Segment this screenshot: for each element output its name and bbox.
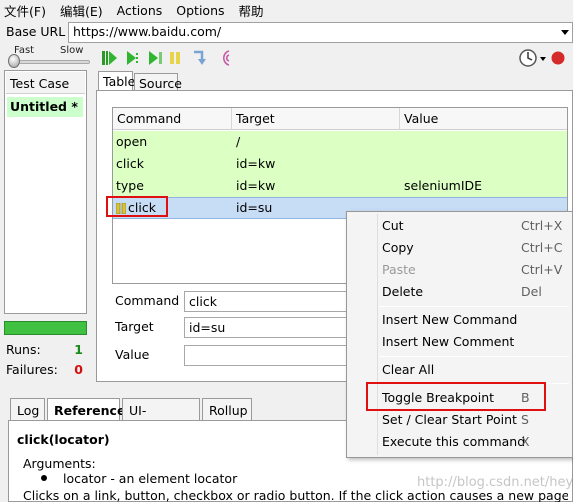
progress-bar (4, 321, 87, 335)
command-input-value: click (189, 294, 217, 309)
menu-item-insert-command[interactable]: Insert New Command (382, 310, 572, 330)
base-url-input[interactable]: https://www.baidu.com/ (68, 22, 573, 43)
speed-slider[interactable] (10, 60, 90, 64)
command-input[interactable]: click (184, 291, 354, 312)
chevron-down-icon[interactable] (561, 30, 569, 35)
record-icon[interactable] (550, 50, 566, 66)
column-header-command[interactable]: Command (113, 108, 232, 130)
base-url-row: Base URL https://www.baidu.com/ (0, 21, 573, 45)
highlight-box-command (106, 196, 168, 217)
chevron-down-icon[interactable] (540, 57, 546, 61)
cell-target: id=kw (236, 178, 276, 193)
runs-label: Runs: (6, 342, 41, 357)
tab-log[interactable]: Log (10, 398, 45, 421)
value-label: Value (115, 347, 150, 362)
menu-actions[interactable]: Actions (117, 3, 163, 18)
reference-title: click(locator) (17, 432, 110, 447)
reference-arg-item: locator - an element locator (63, 471, 238, 486)
runs-stat: Runs: 1 (6, 342, 86, 357)
timer-icon[interactable] (518, 48, 538, 68)
failures-stat: Failures: 0 (6, 362, 86, 377)
menu-item-set-start-point[interactable]: Set / Clear Start Point S (382, 410, 572, 430)
play-test-icon[interactable] (124, 49, 142, 67)
step-icon[interactable] (190, 49, 208, 67)
menu-bar: 文件(F) 编辑(E) Actions Options 帮助 (0, 0, 573, 20)
cell-target: id=kw (236, 156, 276, 171)
column-header-target[interactable]: Target (232, 108, 400, 130)
play-test-icon-2[interactable] (146, 49, 164, 67)
failures-value: 0 (74, 362, 83, 377)
cell-command: open (116, 134, 148, 149)
base-url-label: Base URL (6, 24, 66, 39)
cell-target: id=su (236, 200, 273, 215)
menu-item-paste[interactable]: Paste Ctrl+V (382, 260, 572, 280)
menu-help[interactable]: 帮助 (239, 1, 264, 20)
reference-args-label: Arguments: (23, 456, 96, 471)
command-label: Command (115, 293, 180, 308)
test-case-list: Test Case Untitled * (4, 70, 87, 314)
menu-separator (379, 306, 569, 307)
menu-file[interactable]: 文件(F) (4, 1, 46, 20)
speed-slow-label: Slow (60, 45, 84, 56)
cell-command: click (116, 156, 144, 171)
test-case-header: Test Case (6, 72, 85, 94)
test-case-item[interactable]: Untitled * (7, 97, 83, 117)
bullet-icon (41, 475, 47, 481)
table-row[interactable]: click id=kw (113, 153, 567, 175)
cell-value: seleniumIDE (404, 178, 483, 193)
target-input-value: id=su (189, 320, 226, 335)
menu-item-insert-comment[interactable]: Insert New Comment (382, 332, 572, 352)
left-panel: Test Case Untitled * Runs: 1 Failures: 0 (4, 70, 87, 382)
table-row[interactable]: open / (113, 131, 567, 153)
reference-description: Clicks on a link, button, checkbox or ra… (23, 488, 568, 502)
speed-slider-thumb[interactable] (8, 54, 20, 68)
context-menu-gutter (377, 214, 378, 455)
table-row[interactable]: type id=kw seleniumIDE (113, 175, 567, 197)
watermark-text: http://blog.csdn.net/heye13 (417, 475, 573, 490)
tab-rollup[interactable]: Rollup (202, 398, 252, 421)
menu-edit[interactable]: 编辑(E) (60, 1, 103, 20)
target-input[interactable]: id=su (184, 317, 354, 338)
menu-options[interactable]: Options (176, 3, 224, 18)
tab-source[interactable]: Source (134, 73, 182, 91)
pause-icon[interactable] (166, 49, 184, 67)
cell-command: type (116, 178, 144, 193)
menu-item-copy[interactable]: Copy Ctrl+C (382, 238, 572, 258)
cell-target: / (236, 134, 241, 149)
column-header-value[interactable]: Value (400, 108, 567, 130)
value-input[interactable] (184, 345, 354, 366)
menu-item-clear-all[interactable]: Clear All (382, 360, 572, 380)
menu-item-delete[interactable]: Delete Del (382, 282, 572, 302)
tab-table[interactable]: Table (98, 71, 135, 91)
tab-ui-element[interactable]: UI-Element (122, 398, 200, 433)
runs-value: 1 (74, 342, 83, 357)
menu-item-execute-command[interactable]: Execute this command X (382, 432, 572, 452)
table-header: Command Target Value (113, 108, 567, 130)
target-label: Target (115, 319, 154, 334)
menu-item-cut[interactable]: Cut Ctrl+X (382, 216, 572, 236)
tab-reference[interactable]: Reference (47, 398, 125, 421)
play-suite-icon[interactable] (100, 49, 118, 67)
menu-separator (379, 356, 569, 357)
highlight-box-toggle-breakpoint (366, 382, 546, 411)
toolbar: Fast Slow (0, 45, 573, 71)
failures-label: Failures: (6, 362, 58, 377)
rollup-icon[interactable] (218, 49, 236, 67)
context-menu: Cut Ctrl+X Copy Ctrl+C Paste Ctrl+V Delete D… (346, 211, 573, 458)
base-url-value: https://www.baidu.com/ (73, 24, 222, 39)
